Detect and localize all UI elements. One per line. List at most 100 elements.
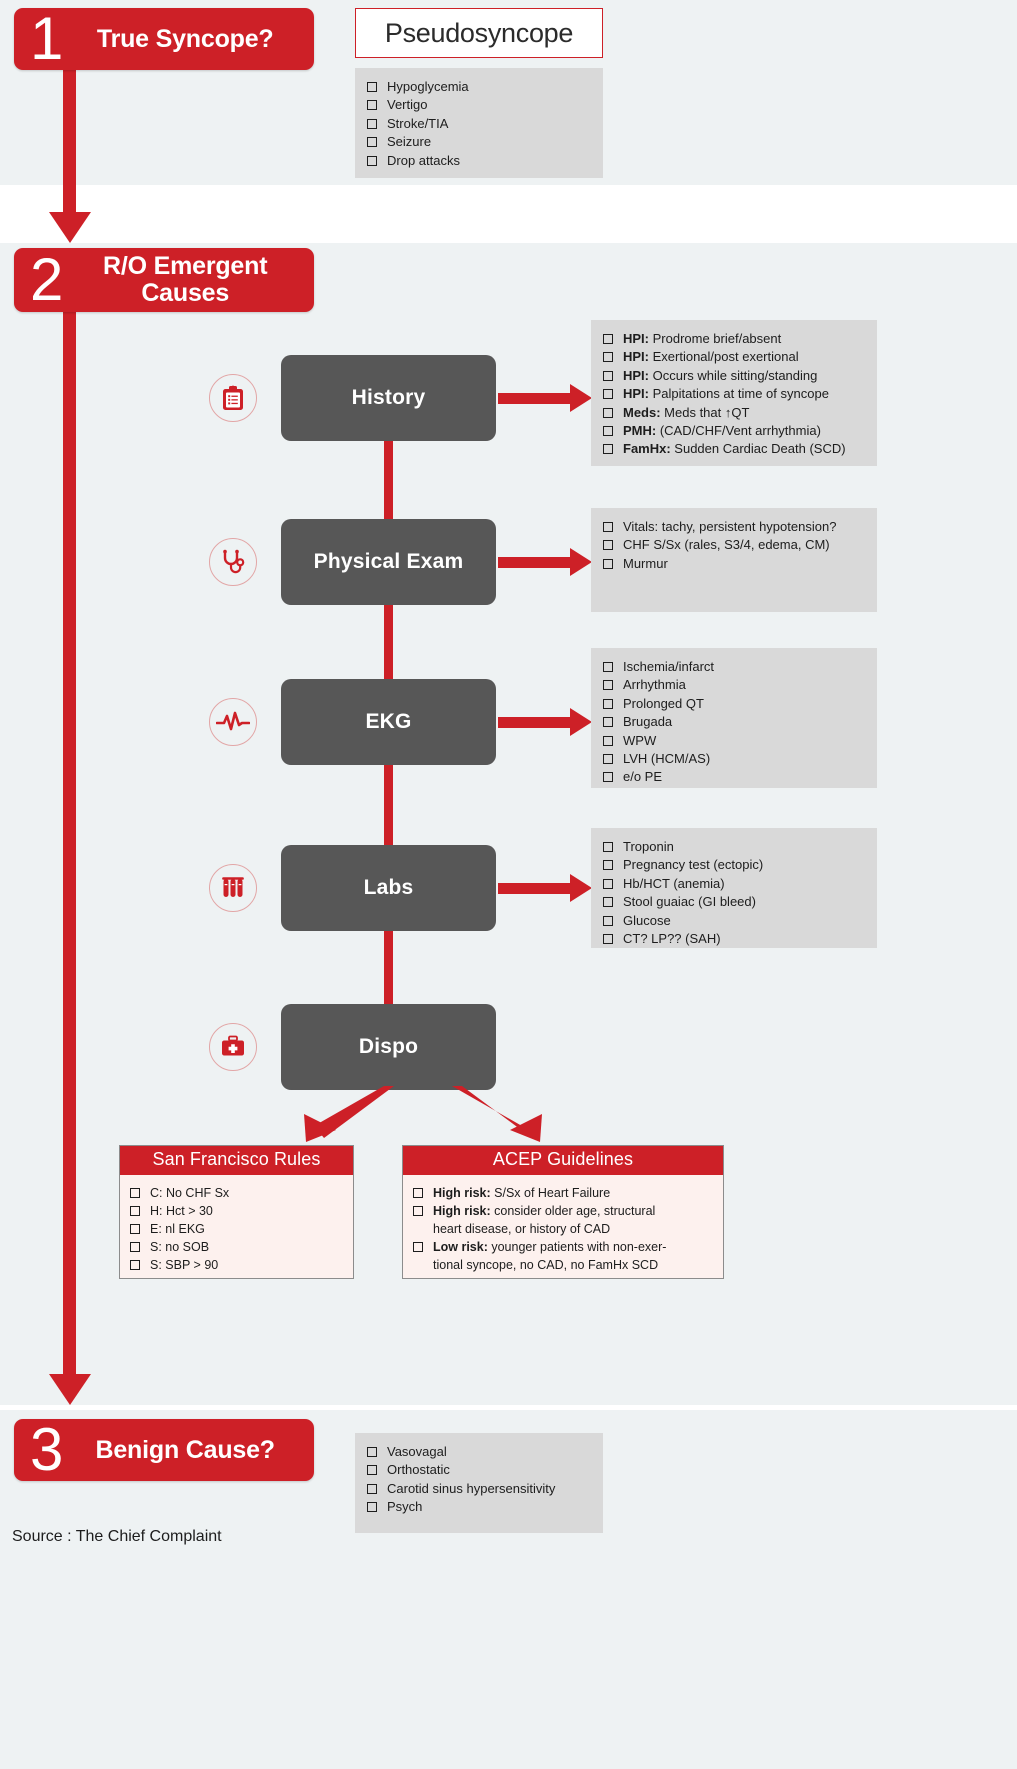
checkbox-icon[interactable] [130,1206,140,1216]
checklist-item[interactable]: High risk: S/Sx of Heart Failure [413,1184,713,1202]
checkbox-icon[interactable] [603,934,613,945]
san-francisco-rules-title: San Francisco Rules [120,1146,353,1175]
checklist-item-label: HPI: Exertional/post exertional [623,349,799,365]
checkbox-icon[interactable] [413,1206,423,1216]
checklist-item-label: Seizure [387,134,432,150]
checklist-item[interactable]: Glucose [603,912,865,930]
checklist-item[interactable]: H: Hct > 30 [130,1202,343,1220]
checkbox-icon[interactable] [413,1188,423,1198]
checkbox-icon[interactable] [603,426,613,437]
checklist-item-label: Brugada [623,714,673,730]
checklist-item-label: HPI: Prodrome brief/absent [623,331,782,346]
checklist-item[interactable]: Seizure [367,133,591,151]
physical-exam-checklist: Vitals: tachy, persistent hypotension? CH… [591,508,877,612]
checklist-item[interactable]: Psych [367,1498,591,1516]
checklist-item[interactable]: S: no SOB [130,1238,343,1256]
checklist-item[interactable]: FamHx: Sudden Cardiac Death (SCD) [603,440,865,458]
checkbox-icon[interactable] [603,860,613,871]
checkbox-icon[interactable] [413,1242,423,1252]
checklist-item[interactable]: Prolonged QT [603,695,865,713]
checkbox-icon[interactable] [603,370,613,381]
checklist-item[interactable]: CHF S/Sx (rales, S3/4, edema, CM) [603,536,865,554]
checkbox-icon[interactable] [367,1465,377,1476]
checkbox-icon[interactable] [603,680,613,691]
checkbox-icon[interactable] [367,1447,377,1457]
checklist-item[interactable]: Pregnancy test (ectopic) [603,856,865,874]
checklist-item-label: HPI: Palpitations at time of syncope [623,386,829,402]
step-1-title: True Syncope? [96,24,274,53]
checkbox-icon[interactable] [603,717,613,728]
checkbox-icon[interactable] [130,1242,140,1252]
node-dispo-label: Dispo [358,1035,419,1058]
checklist-item[interactable]: Stool guaiac (GI bleed) [603,893,865,911]
checklist-item[interactable]: Vitals: tachy, persistent hypotension? [603,518,865,536]
checklist-item[interactable]: Brugada [603,713,865,731]
checklist-item[interactable]: Troponin [603,838,865,856]
node-ekg[interactable]: EKG [281,679,496,765]
checkbox-icon[interactable] [130,1260,140,1270]
node-history[interactable]: History [281,355,496,441]
checkbox-icon[interactable] [603,754,613,765]
checklist-item[interactable]: Low risk: younger patients with non-exer… [413,1238,713,1256]
checklist-item[interactable]: Murmur [603,555,865,573]
checklist-item[interactable]: Drop attacks [367,152,591,170]
checklist-item[interactable]: HPI: Exertional/post exertional [603,348,865,366]
node-dispo[interactable]: Dispo [281,1004,496,1090]
checkbox-icon[interactable] [367,155,377,166]
checklist-item[interactable]: Orthostatic [367,1461,591,1479]
checkbox-icon[interactable] [603,735,613,746]
pseudosyncope-callout: Pseudosyncope [355,8,603,58]
checkbox-icon[interactable] [603,540,613,551]
checkbox-icon[interactable] [367,118,377,129]
checkbox-icon[interactable] [367,1502,377,1513]
checklist-item[interactable]: Ischemia/infarct [603,658,865,676]
checklist-item[interactable]: WPW [603,732,865,750]
checklist-item[interactable]: Carotid sinus hypersensitivity [367,1480,591,1498]
checkbox-icon[interactable] [367,82,377,92]
checklist-item[interactable]: E: nl EKG [130,1220,343,1238]
node-physical-exam-label: Physical Exam [313,550,464,573]
checklist-item[interactable]: CT? LP?? (SAH) [603,930,865,948]
labs-checklist: Troponin Pregnancy test (ectopic) Hb/HCT (… [591,828,877,948]
checklist-item[interactable]: C: No CHF Sx [130,1184,343,1202]
checklist-item[interactable]: e/o PE [603,768,865,786]
dispo-branch-arrows [304,1086,542,1142]
checklist-item[interactable]: HPI: Occurs while sitting/standing [603,367,865,385]
checkbox-icon[interactable] [367,137,377,148]
checkbox-icon[interactable] [603,842,613,852]
checkbox-icon[interactable] [603,522,613,532]
checklist-item[interactable]: HPI: Palpitations at time of syncope [603,385,865,403]
checkbox-icon[interactable] [603,878,613,889]
checklist-item[interactable]: Hypoglycemia [367,78,591,96]
checkbox-icon[interactable] [603,662,613,672]
checkbox-icon[interactable] [603,698,613,709]
checklist-item[interactable]: High risk: consider older age, structura… [413,1202,713,1220]
checklist-item[interactable]: LVH (HCM/AS) [603,750,865,768]
checkbox-icon[interactable] [603,407,613,418]
checkbox-icon[interactable] [603,897,613,908]
checkbox-icon[interactable] [603,772,613,783]
checklist-item[interactable]: Vasovagal [367,1443,591,1461]
checklist-item[interactable]: Arrhythmia [603,676,865,694]
checkbox-icon[interactable] [130,1224,140,1234]
checklist-item-label: CT? LP?? (SAH) [623,931,721,947]
node-labs[interactable]: Labs [281,845,496,931]
checklist-item[interactable]: Vertigo [367,96,591,114]
checkbox-icon[interactable] [603,389,613,400]
checkbox-icon[interactable] [603,352,613,363]
checkbox-icon[interactable] [603,334,613,344]
checklist-item-label: Arrhythmia [623,677,686,693]
checkbox-icon[interactable] [130,1188,140,1198]
checklist-item[interactable]: Hb/HCT (anemia) [603,875,865,893]
checkbox-icon[interactable] [603,444,613,455]
checkbox-icon[interactable] [603,915,613,926]
checklist-item[interactable]: Stroke/TIA [367,115,591,133]
checkbox-icon[interactable] [603,558,613,569]
checklist-item[interactable]: Meds: Meds that ↑QT [603,404,865,422]
checklist-item[interactable]: S: SBP > 90 [130,1256,343,1274]
node-physical-exam[interactable]: Physical Exam [281,519,496,605]
checkbox-icon[interactable] [367,1483,377,1494]
checklist-item[interactable]: PMH: (CAD/CHF/Vent arrhythmia) [603,422,865,440]
checkbox-icon[interactable] [367,100,377,111]
checklist-item[interactable]: HPI: Prodrome brief/absent [603,330,865,348]
